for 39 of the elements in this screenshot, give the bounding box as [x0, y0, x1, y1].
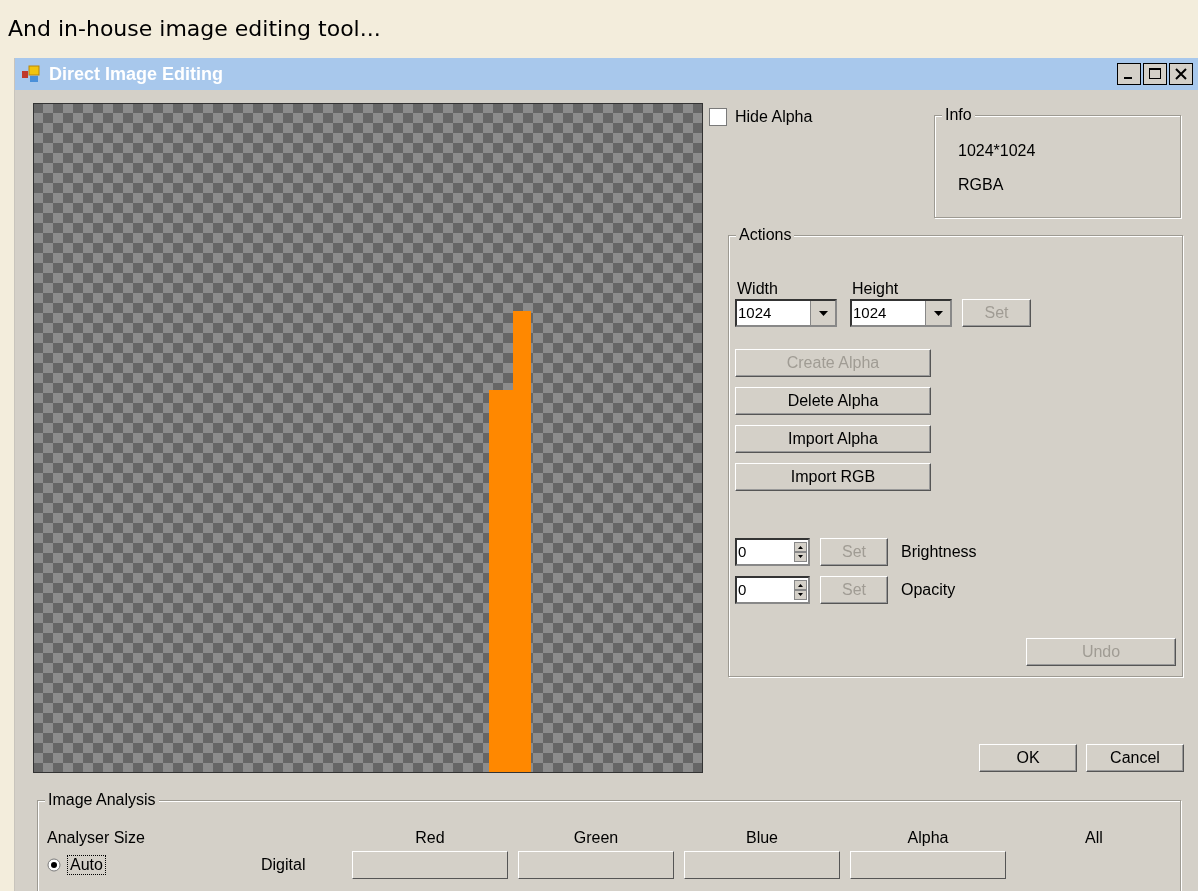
info-text: RGBA: [958, 175, 1005, 195]
caption: And in-house image editing tool...: [7, 15, 382, 43]
channel-label: Green: [572, 829, 620, 847]
group-title: Info: [945, 105, 972, 125]
field-label: Height: [852, 279, 900, 299]
app-icon: [21, 65, 41, 83]
window-title: Direct Image Editing: [49, 63, 224, 85]
checkbox-label: Hide Alpha: [735, 108, 813, 126]
field-label: Width: [737, 279, 779, 299]
adjustment-label: Brightness: [901, 543, 977, 561]
group-title: Actions: [739, 226, 792, 243]
size-dropdown[interactable]: 1024: [735, 299, 837, 327]
channel-label: Alpha: [906, 829, 950, 847]
spin-arrows-icon: [794, 580, 807, 600]
close-icon[interactable]: [1169, 63, 1193, 85]
number-spinner[interactable]: 0: [735, 576, 810, 604]
radio-button[interactable]: [47, 858, 61, 872]
maximize-icon[interactable]: [1143, 63, 1167, 85]
dropdown-arrow-icon: [933, 310, 943, 316]
channel-label: Red: [414, 829, 446, 847]
adjustment-label: Opacity: [901, 581, 956, 599]
channel-label: All: [1084, 829, 1104, 847]
dropdown-arrow-icon: [818, 310, 828, 316]
number-spinner[interactable]: 0: [735, 538, 810, 566]
group-title: Image Analysis: [48, 791, 156, 808]
info-text: 1024*1024: [958, 141, 1037, 161]
action-button[interactable]: Import Alpha: [735, 425, 931, 453]
size-dropdown[interactable]: 1024: [850, 299, 952, 327]
dialog-button[interactable]: OK: [979, 744, 1077, 772]
checkbox[interactable]: [709, 108, 727, 126]
radio-label: Auto: [67, 855, 106, 875]
action-button[interactable]: Delete Alpha: [735, 387, 931, 415]
channel-label: Blue: [745, 829, 779, 847]
dialog-button[interactable]: Cancel: [1086, 744, 1184, 772]
minimize-icon[interactable]: [1117, 63, 1141, 85]
field-label: Analyser Size: [47, 829, 146, 847]
row-label: Digital: [261, 856, 307, 874]
action-button[interactable]: Import RGB: [735, 463, 931, 491]
spin-arrows-icon: [794, 542, 807, 562]
